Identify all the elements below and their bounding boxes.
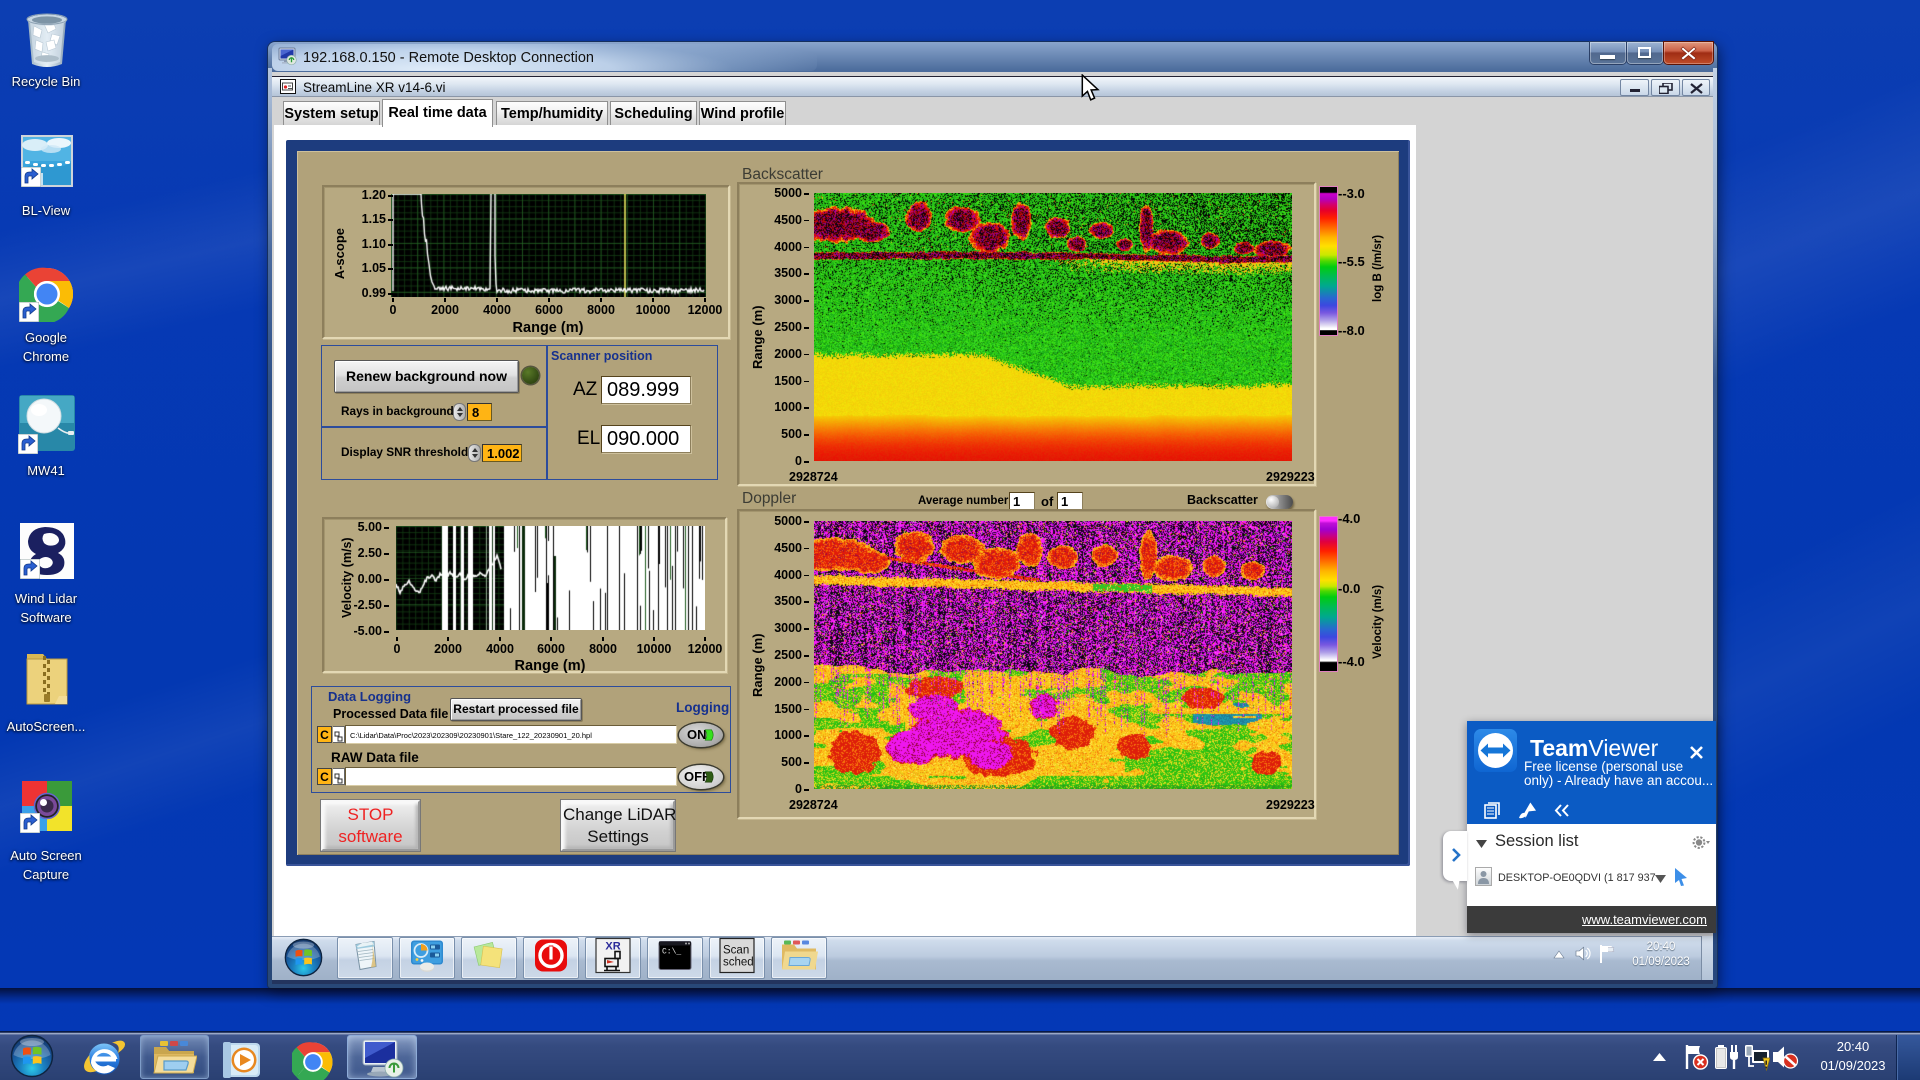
svg-text:Scan: Scan: [723, 945, 749, 957]
svg-text:C:\_: C:\_: [662, 948, 681, 957]
svg-text:sched: sched: [723, 957, 754, 969]
